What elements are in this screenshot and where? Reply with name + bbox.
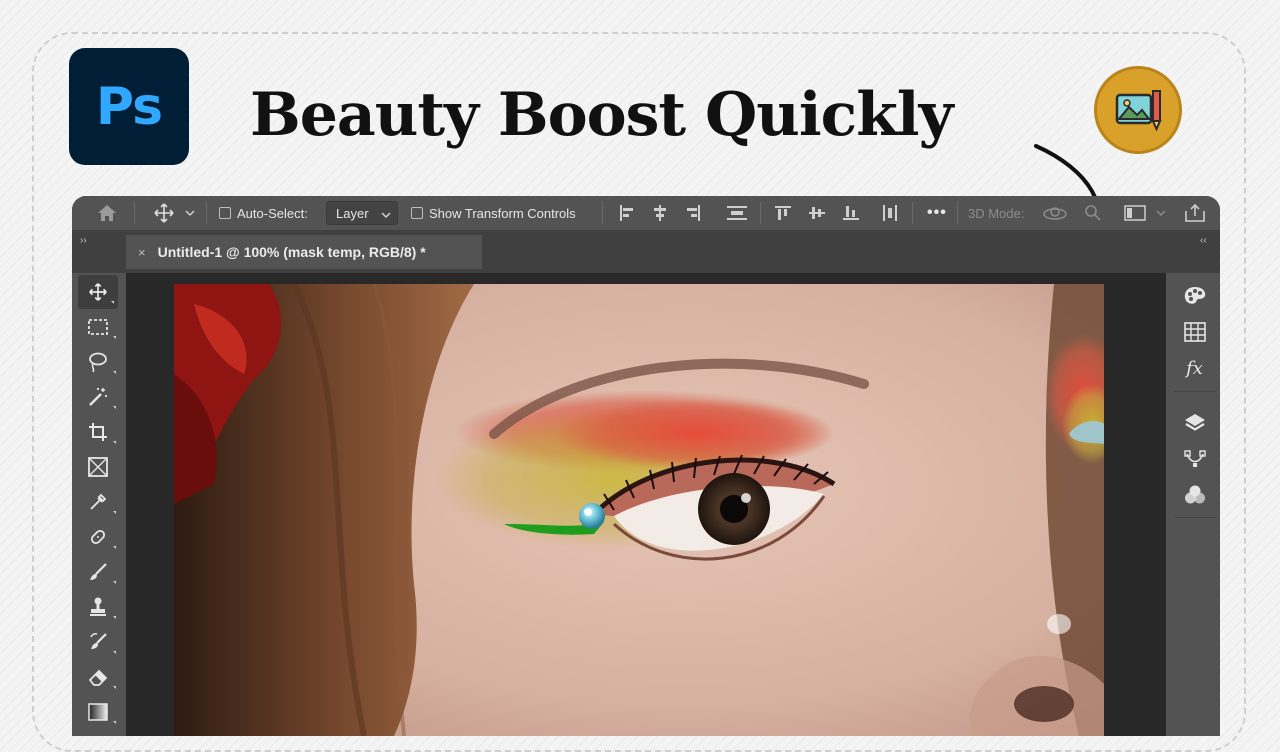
align-middle-icon[interactable] — [808, 196, 826, 230]
brush-tool-icon[interactable] — [76, 555, 120, 589]
options-bar: Auto-Select: Layer Show Transform Contro… — [72, 196, 1220, 231]
search-icon[interactable] — [1084, 196, 1102, 230]
distribute-vertical-icon[interactable] — [881, 196, 899, 230]
more-options-button[interactable]: ••• — [927, 196, 947, 230]
chevron-down-icon — [381, 212, 391, 219]
close-icon[interactable]: × — [138, 245, 146, 260]
3d-mode-label: 3D Mode: — [968, 205, 1025, 221]
align-top-icon[interactable] — [774, 196, 792, 230]
chevron-down-icon[interactable] — [185, 196, 195, 230]
share-icon[interactable] — [1184, 196, 1206, 230]
swatches-icon[interactable] — [1169, 314, 1220, 350]
eyedropper-tool-icon[interactable] — [76, 485, 120, 519]
fx-icon[interactable]: fx — [1169, 350, 1220, 386]
healing-brush-tool-icon[interactable] — [76, 520, 120, 554]
photoshop-logo: Ps — [69, 48, 189, 165]
auto-select-checkbox[interactable]: Auto-Select: — [219, 196, 308, 230]
auto-select-value: Layer — [336, 205, 369, 221]
collapse-panels-toggle[interactable]: ‹‹ — [1200, 235, 1207, 246]
document-tab-label: Untitled-1 @ 100% (mask temp, RGB/8) * — [157, 244, 426, 260]
move-tool-icon[interactable] — [78, 275, 118, 309]
home-icon[interactable] — [96, 196, 118, 230]
collapse-toolbar-toggle[interactable]: ›› — [80, 235, 87, 246]
document-tab[interactable]: × Untitled-1 @ 100% (mask temp, RGB/8) * — [126, 235, 482, 269]
orbit-3d-icon[interactable] — [1042, 196, 1068, 230]
photoshop-window: Auto-Select: Layer Show Transform Contro… — [72, 196, 1220, 736]
canvas-area[interactable] — [126, 273, 1166, 736]
portrait-photo — [174, 284, 1104, 736]
align-bottom-icon[interactable] — [842, 196, 860, 230]
gradient-tool-icon[interactable] — [76, 695, 120, 729]
distribute-icon[interactable] — [726, 196, 748, 230]
layers-icon[interactable] — [1169, 405, 1220, 441]
paths-icon[interactable] — [1169, 441, 1220, 477]
auto-select-label: Auto-Select: — [237, 205, 308, 221]
magic-wand-tool-icon[interactable] — [76, 380, 120, 414]
align-right-icon[interactable] — [684, 196, 702, 230]
checkbox-icon — [219, 207, 231, 219]
document-tab-row: ›› × Untitled-1 @ 100% (mask temp, RGB/8… — [72, 231, 1220, 273]
show-transform-checkbox[interactable]: Show Transform Controls — [411, 196, 576, 230]
eraser-tool-icon[interactable] — [76, 660, 120, 694]
color-icon[interactable] — [1169, 278, 1220, 314]
move-tool-preset-icon[interactable] — [152, 196, 176, 230]
workspace-icon[interactable] — [1124, 196, 1146, 230]
logo-text: Ps — [95, 76, 163, 137]
headline: Beauty Boost Quickly — [250, 80, 953, 150]
channels-icon[interactable] — [1169, 477, 1220, 513]
panel-dock: fx — [1169, 273, 1220, 736]
tools-panel — [76, 273, 120, 736]
chevron-down-icon[interactable] — [1156, 196, 1166, 230]
checkbox-icon — [411, 207, 423, 219]
auto-select-dropdown[interactable]: Layer — [326, 201, 398, 225]
history-brush-tool-icon[interactable] — [76, 625, 120, 659]
lasso-tool-icon[interactable] — [76, 345, 120, 379]
align-left-icon[interactable] — [618, 196, 636, 230]
show-transform-label: Show Transform Controls — [429, 205, 576, 221]
crop-tool-icon[interactable] — [76, 415, 120, 449]
align-center-icon[interactable] — [651, 196, 669, 230]
frame-tool-icon[interactable] — [76, 450, 120, 484]
clone-stamp-tool-icon[interactable] — [76, 590, 120, 624]
marquee-tool-icon[interactable] — [76, 310, 120, 344]
